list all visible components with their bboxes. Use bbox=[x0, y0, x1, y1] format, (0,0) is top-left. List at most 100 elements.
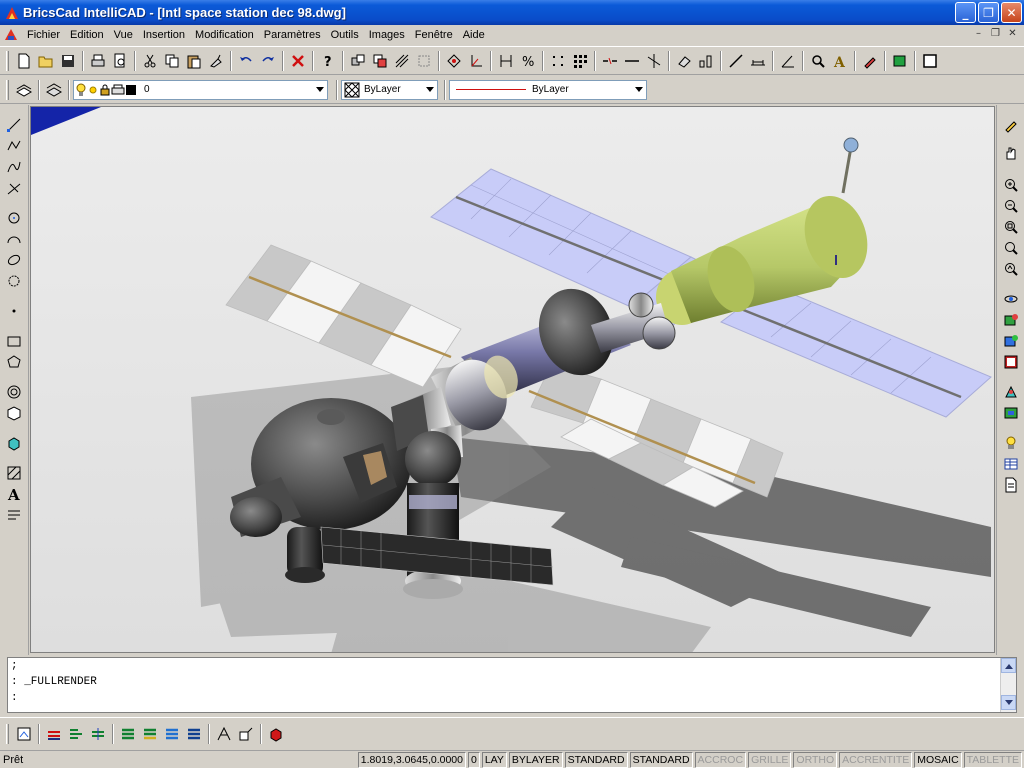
menu-images[interactable]: Images bbox=[364, 25, 410, 45]
snap-toggle[interactable]: ACCROC bbox=[694, 751, 747, 768]
close-button[interactable]: ✕ bbox=[1001, 2, 1022, 23]
zoom-window-icon[interactable] bbox=[1000, 217, 1022, 237]
frame-icon[interactable] bbox=[919, 50, 941, 72]
mirror-icon[interactable] bbox=[87, 723, 109, 745]
point-tool-icon[interactable] bbox=[3, 301, 25, 321]
ray-tool-icon[interactable] bbox=[3, 178, 25, 198]
tile-mode-toggle[interactable]: MOSAIC bbox=[914, 751, 962, 768]
percent-icon[interactable]: % bbox=[517, 50, 539, 72]
minimize-button[interactable]: _ bbox=[955, 2, 976, 23]
entity-snap-toggle[interactable]: ACCRENTITE bbox=[839, 751, 913, 768]
copy-objects-icon[interactable] bbox=[65, 723, 87, 745]
spline-tool-icon[interactable] bbox=[3, 157, 25, 177]
doc-restore-button[interactable]: ❐ bbox=[988, 28, 1003, 41]
ortho-toggle[interactable]: ORTHO bbox=[793, 751, 838, 768]
circle-tool-icon[interactable] bbox=[3, 208, 25, 228]
grid-dots-icon[interactable] bbox=[547, 50, 569, 72]
region-icon[interactable] bbox=[413, 50, 435, 72]
toolbar-grip[interactable] bbox=[6, 723, 9, 744]
layer-stack-3-icon[interactable] bbox=[161, 723, 183, 745]
hatch-icon[interactable] bbox=[391, 50, 413, 72]
document-properties-icon[interactable] bbox=[1000, 475, 1022, 495]
viewpoint-icon[interactable] bbox=[1000, 382, 1022, 402]
polygon-tool-icon[interactable] bbox=[3, 352, 25, 372]
polyline-tool-icon[interactable] bbox=[3, 136, 25, 156]
donut-tool-icon[interactable] bbox=[3, 382, 25, 402]
chevron-down-icon[interactable] bbox=[313, 80, 327, 99]
undo-icon[interactable] bbox=[235, 50, 257, 72]
layer-stack-icon[interactable] bbox=[117, 723, 139, 745]
scroll-down-icon[interactable] bbox=[1001, 695, 1016, 710]
grid-toggle[interactable]: GRILLE bbox=[748, 751, 792, 768]
explode-icon[interactable] bbox=[213, 723, 235, 745]
tablet-toggle[interactable]: TABLETTE bbox=[963, 751, 1022, 768]
current-color-pane[interactable]: BYLAYER bbox=[508, 751, 563, 768]
restore-button[interactable]: ❐ bbox=[978, 2, 999, 23]
bar-chart-icon[interactable] bbox=[695, 50, 717, 72]
paste-icon[interactable] bbox=[183, 50, 205, 72]
new-file-icon[interactable] bbox=[13, 50, 35, 72]
zoom-find-icon[interactable] bbox=[807, 50, 829, 72]
zoom-out-icon[interactable] bbox=[1000, 196, 1022, 216]
arc-tool-icon[interactable] bbox=[3, 229, 25, 249]
named-view-icon[interactable] bbox=[1000, 403, 1022, 423]
copy-icon[interactable] bbox=[161, 50, 183, 72]
menu-parametres[interactable]: Paramètres bbox=[259, 25, 326, 45]
layer-stack-4-icon[interactable] bbox=[183, 723, 205, 745]
trim-icon[interactable] bbox=[643, 50, 665, 72]
cut-icon[interactable] bbox=[139, 50, 161, 72]
layout-icon[interactable] bbox=[13, 723, 35, 745]
zoom-in-icon[interactable] bbox=[1000, 175, 1022, 195]
stretch-icon[interactable] bbox=[235, 723, 257, 745]
help-icon[interactable]: ? bbox=[317, 50, 339, 72]
command-scrollbar[interactable] bbox=[1000, 658, 1016, 712]
multiline-text-tool-icon[interactable] bbox=[3, 505, 25, 525]
doc-close-button[interactable]: ✕ bbox=[1005, 28, 1020, 41]
match-properties-icon[interactable] bbox=[205, 50, 227, 72]
toolbar-grip[interactable] bbox=[6, 50, 9, 71]
lineweight-dropdown[interactable]: ByLayer bbox=[449, 79, 647, 100]
zoom-previous-icon[interactable] bbox=[1000, 259, 1022, 279]
drawing-viewport[interactable] bbox=[30, 106, 995, 653]
toolbar-grip[interactable] bbox=[6, 79, 9, 100]
layer-manager-icon[interactable] bbox=[13, 79, 35, 101]
menu-insertion[interactable]: Insertion bbox=[138, 25, 190, 45]
hatch-tool-icon[interactable] bbox=[3, 463, 25, 483]
menu-fichier[interactable]: Fichier bbox=[22, 25, 65, 45]
3d-box-tool-icon[interactable] bbox=[3, 433, 25, 453]
draw-line-icon[interactable] bbox=[725, 50, 747, 72]
menu-vue[interactable]: Vue bbox=[109, 25, 138, 45]
text-style-pane[interactable]: STANDARD bbox=[564, 751, 628, 768]
cloud-tool-icon[interactable] bbox=[3, 271, 25, 291]
command-prompt[interactable]: : bbox=[8, 690, 1016, 706]
zoom-extents-icon[interactable] bbox=[1000, 238, 1022, 258]
document-icon[interactable] bbox=[4, 28, 18, 42]
block-insert-icon[interactable] bbox=[369, 50, 391, 72]
array-icon[interactable] bbox=[569, 50, 591, 72]
line-icon[interactable] bbox=[621, 50, 643, 72]
delete-icon[interactable] bbox=[287, 50, 309, 72]
table-icon[interactable] bbox=[1000, 454, 1022, 474]
plugin-icon[interactable] bbox=[889, 50, 911, 72]
rectangle-tool-icon[interactable] bbox=[3, 331, 25, 351]
dimension-icon[interactable] bbox=[495, 50, 517, 72]
current-layer-pane[interactable]: LAY bbox=[481, 751, 507, 768]
ucs-icon[interactable] bbox=[465, 50, 487, 72]
orbit-icon[interactable] bbox=[1000, 289, 1022, 309]
measure-icon[interactable] bbox=[747, 50, 769, 72]
menu-edition[interactable]: Edition bbox=[65, 25, 109, 45]
lights-icon[interactable] bbox=[1000, 433, 1022, 453]
open-folder-icon[interactable] bbox=[35, 50, 57, 72]
menu-aide[interactable]: Aide bbox=[458, 25, 490, 45]
named-views-icon[interactable] bbox=[347, 50, 369, 72]
full-render-icon[interactable] bbox=[1000, 352, 1022, 372]
solid-box-icon[interactable] bbox=[265, 723, 287, 745]
chevron-down-icon[interactable] bbox=[423, 80, 437, 99]
break-icon[interactable] bbox=[599, 50, 621, 72]
doc-minimize-button[interactable]: – bbox=[971, 28, 986, 41]
solid-tool-icon[interactable] bbox=[3, 403, 25, 423]
text-style-icon[interactable]: A bbox=[829, 50, 851, 72]
redo-icon[interactable] bbox=[257, 50, 279, 72]
menu-modification[interactable]: Modification bbox=[190, 25, 259, 45]
layer-previous-icon[interactable] bbox=[43, 79, 65, 101]
